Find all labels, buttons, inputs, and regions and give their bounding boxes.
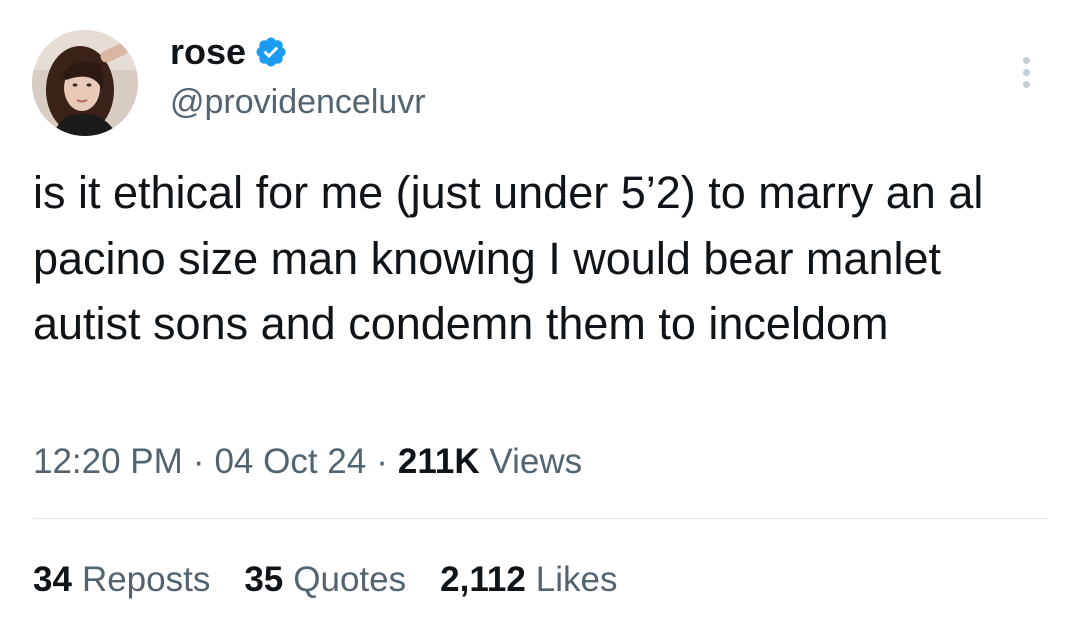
author-handle[interactable]: @providenceluvr	[170, 80, 426, 124]
views-label: Views	[489, 442, 583, 481]
author-display-name[interactable]: rose	[170, 30, 288, 74]
tweet-metadata: 12:20 PM · 04 Oct 24 · 211K Views	[33, 440, 582, 484]
tweet-text: is it ethical for me (just under 5’2) to…	[33, 167, 984, 349]
likes-label: Likes	[535, 560, 618, 599]
divider	[33, 518, 1048, 519]
meta-separator: ·	[376, 442, 388, 481]
more-options-icon	[1022, 56, 1030, 64]
more-options-button[interactable]	[1008, 52, 1044, 92]
views-count: 211K	[397, 442, 480, 481]
engagement-stats: 34 Reposts 35 Quotes 2,112 Likes	[33, 558, 618, 602]
likes-count: 2,112	[440, 560, 526, 599]
more-options-icon-dot	[1022, 80, 1030, 88]
tweet-date[interactable]: 04 Oct 24	[214, 442, 366, 481]
quotes-count: 35	[244, 560, 284, 599]
avatar[interactable]	[32, 30, 138, 136]
more-options-icon-dot	[1022, 68, 1030, 76]
avatar-photo	[32, 30, 138, 136]
reposts-count: 34	[33, 560, 72, 599]
reposts-label: Reposts	[81, 560, 211, 599]
quotes-label: Quotes	[293, 560, 407, 599]
quotes-stat[interactable]: 35 Quotes	[244, 558, 406, 602]
reposts-stat[interactable]: 34 Reposts	[33, 558, 210, 602]
display-name-text: rose	[170, 31, 247, 72]
verified-badge-icon	[254, 35, 288, 69]
tweet-time[interactable]: 12:20 PM	[33, 442, 183, 481]
meta-separator: ·	[192, 442, 205, 481]
likes-stat[interactable]: 2,112 Likes	[440, 558, 617, 602]
